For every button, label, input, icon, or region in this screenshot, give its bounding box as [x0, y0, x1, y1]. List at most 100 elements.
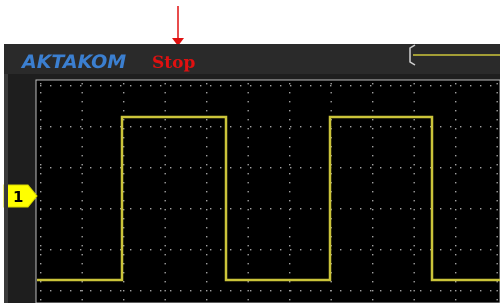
grid-dot: [247, 182, 249, 184]
grid-dot: [280, 208, 282, 210]
grid-dot: [247, 137, 249, 139]
grid-dot: [240, 208, 242, 210]
grid-dot: [400, 126, 402, 128]
grid-dot: [340, 208, 342, 210]
grid-dot: [372, 236, 374, 238]
grid-dot: [496, 263, 498, 265]
grid-dot: [240, 126, 242, 128]
grid-dot: [164, 272, 166, 274]
grid-dot: [140, 208, 142, 210]
grid-dot: [206, 182, 208, 184]
grid-dot: [110, 126, 112, 128]
grid-dot: [81, 209, 83, 211]
grid-dot: [260, 249, 262, 251]
grid-dot: [206, 92, 208, 94]
grid-dot: [372, 209, 374, 211]
grid-dot: [300, 167, 302, 169]
grid-dot: [420, 249, 422, 251]
grid-dot: [413, 281, 415, 283]
grid-dot: [247, 128, 249, 130]
grid-dot: [455, 236, 457, 238]
grid-dot: [496, 110, 498, 112]
grid-dot: [247, 236, 249, 238]
grid-dot: [289, 200, 291, 202]
grid-dot: [247, 164, 249, 166]
grid-dot: [289, 254, 291, 256]
grid-dot: [247, 218, 249, 220]
grid-dot: [496, 182, 498, 184]
grid-dot: [206, 218, 208, 220]
grid-dot: [250, 249, 252, 251]
grid-dot: [290, 126, 292, 128]
grid-dot: [440, 85, 442, 87]
grid-dot: [140, 249, 142, 251]
grid-dot: [50, 126, 52, 128]
grid-dot: [230, 208, 232, 210]
grid-dot: [413, 146, 415, 148]
grid-dot: [130, 126, 132, 128]
grid-dot: [372, 110, 374, 112]
grid-dot: [413, 245, 415, 247]
grid-dot: [100, 85, 102, 87]
grid-dot: [372, 119, 374, 121]
grid-dot: [164, 137, 166, 139]
grid-dot: [370, 167, 372, 169]
grid-dot: [123, 92, 125, 94]
grid-dot: [413, 299, 415, 301]
grid-dot: [247, 299, 249, 301]
grid-dot: [81, 110, 83, 112]
grid-dot: [220, 85, 222, 87]
grid-dot: [164, 191, 166, 193]
grid-dot: [90, 167, 92, 169]
grid-dot: [330, 110, 332, 112]
grid-dot: [40, 83, 42, 85]
grid-dot: [290, 249, 292, 251]
grid-dot: [496, 236, 498, 238]
grid-dot: [164, 146, 166, 148]
grid-dot: [370, 126, 372, 128]
grid-dot: [372, 200, 374, 202]
grid-dot: [206, 254, 208, 256]
grid-dot: [413, 137, 415, 139]
grid-dot: [123, 299, 125, 301]
grid-dot: [81, 227, 83, 229]
grid-dot: [150, 126, 152, 128]
grid-dot: [490, 126, 492, 128]
grid-dot: [250, 208, 252, 210]
grid-dot: [460, 249, 462, 251]
grid-dot: [206, 299, 208, 301]
grid-dot: [230, 167, 232, 169]
grid-dot: [490, 249, 492, 251]
grid-dot: [81, 92, 83, 94]
grid-dot: [390, 126, 392, 128]
grid-dot: [150, 290, 152, 292]
grid-dot: [380, 167, 382, 169]
grid-dot: [206, 101, 208, 103]
grid-dot: [40, 164, 42, 166]
grid-dot: [360, 208, 362, 210]
grid-dot: [110, 249, 112, 251]
grid-dot: [413, 164, 415, 166]
grid-dot: [40, 167, 42, 169]
grid-dot: [360, 249, 362, 251]
grid-dot: [190, 208, 192, 210]
grid-dot: [210, 167, 212, 169]
grid-dot: [123, 290, 125, 292]
grid-dot: [164, 200, 166, 202]
grid-dot: [413, 128, 415, 130]
grid-dot: [81, 137, 83, 139]
grid-dot: [164, 236, 166, 238]
grid-dot: [81, 299, 83, 301]
grid-dot: [40, 200, 42, 202]
grid-dot: [240, 290, 242, 292]
grid-dot: [81, 245, 83, 247]
run-state-label[interactable]: Stop: [152, 53, 195, 73]
grid-dot: [450, 85, 452, 87]
grid-dot: [413, 110, 415, 112]
grid-dot: [200, 167, 202, 169]
grid-dot: [247, 227, 249, 229]
grid-dot: [289, 110, 291, 112]
grid-dot: [206, 200, 208, 202]
grid-dot: [247, 101, 249, 103]
grid-dot: [81, 83, 83, 85]
